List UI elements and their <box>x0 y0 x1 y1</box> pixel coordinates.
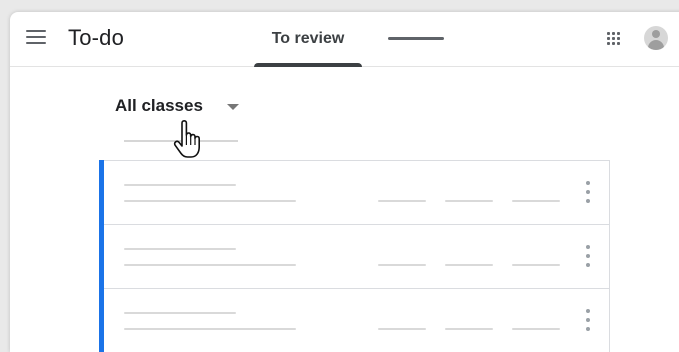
tab-label: To review <box>271 30 345 47</box>
apps-grid-icon[interactable] <box>606 31 622 47</box>
tab-placeholder[interactable] <box>388 12 448 66</box>
class-color-accent <box>99 224 104 289</box>
top-app-bar: To-do To review <box>10 12 679 67</box>
item-column-placeholder <box>378 264 426 266</box>
app-window: To-do To review All classes <box>10 12 679 352</box>
item-column-placeholder <box>445 328 493 330</box>
item-title-placeholder <box>124 248 236 250</box>
item-column-placeholder <box>445 264 493 266</box>
active-tab-indicator <box>254 63 362 67</box>
item-title-placeholder <box>124 184 236 186</box>
page-title: To-do <box>68 25 125 50</box>
item-column-placeholder <box>378 328 426 330</box>
list-item[interactable] <box>99 288 610 352</box>
more-vert-icon[interactable] <box>586 181 590 203</box>
hamburger-menu-icon[interactable] <box>26 29 46 45</box>
todo-list <box>99 160 610 352</box>
more-vert-icon[interactable] <box>586 309 590 331</box>
item-column-placeholder <box>378 200 426 202</box>
tab-to-review[interactable]: To review <box>254 12 362 67</box>
item-column-placeholder <box>512 328 560 330</box>
class-color-accent <box>99 160 104 225</box>
item-title-placeholder <box>124 312 236 314</box>
item-subtitle-placeholder <box>124 328 296 330</box>
more-vert-icon[interactable] <box>586 245 590 267</box>
list-item[interactable] <box>99 160 610 225</box>
class-filter-label: All classes <box>115 96 203 115</box>
item-column-placeholder <box>512 264 560 266</box>
hand-pointer-cursor <box>173 120 200 158</box>
class-color-accent <box>99 288 104 352</box>
item-column-placeholder <box>445 200 493 202</box>
item-subtitle-placeholder <box>124 200 296 202</box>
item-subtitle-placeholder <box>124 264 296 266</box>
tab-label-placeholder <box>388 37 444 40</box>
item-column-placeholder <box>512 200 560 202</box>
caret-down-icon <box>227 104 239 110</box>
list-item[interactable] <box>99 224 610 289</box>
account-avatar-icon[interactable] <box>644 26 668 50</box>
